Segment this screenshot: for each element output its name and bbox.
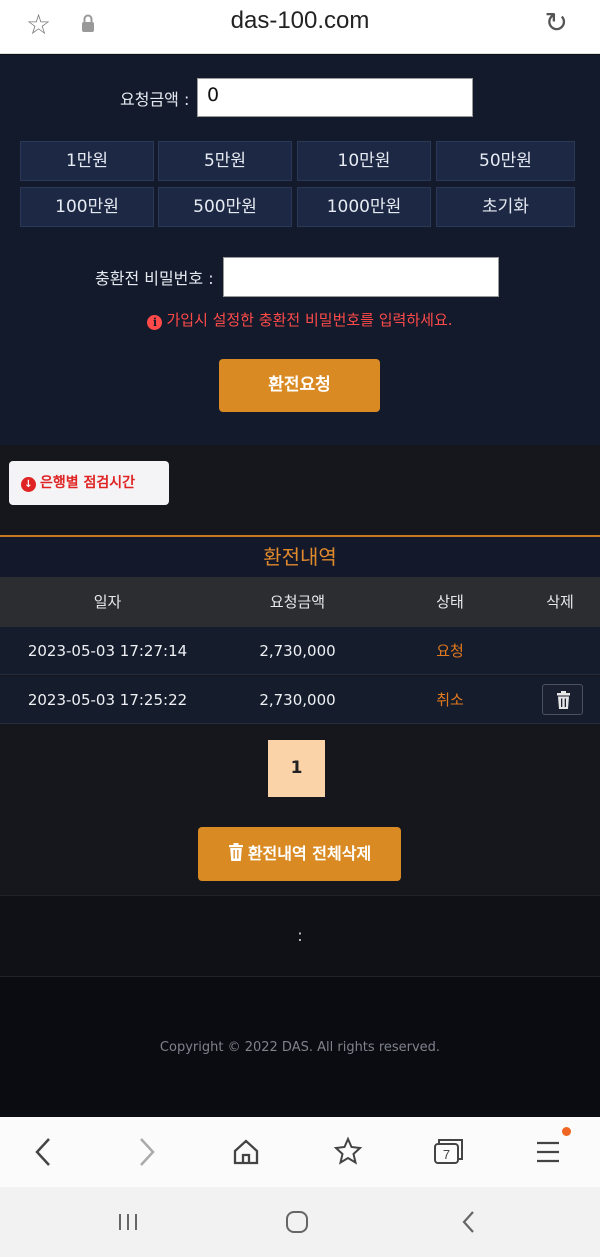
info-icon: i [147,315,163,330]
amount-label: 요청금액 : [120,90,190,109]
history-title: 환전내역 [0,535,600,577]
forward-icon[interactable] [117,1117,177,1187]
column-date: 일자 [93,593,122,611]
bookmarks-icon[interactable] [318,1117,378,1187]
amount-1m-button[interactable]: 100만원 [20,187,154,227]
back-icon[interactable] [13,1117,73,1187]
password-input[interactable] [223,257,499,297]
arrow-down-circle-icon: ↓ [21,477,36,492]
system-navigation-bar [0,1187,600,1257]
reset-button[interactable]: 초기화 [436,187,575,227]
column-amount: 요청금액 [269,593,326,611]
amount-5m-button[interactable]: 500만원 [158,187,292,227]
trash-icon [228,843,243,861]
copyright-text: Copyright © 2022 DAS. All rights reserve… [159,1040,441,1055]
footer: Copyright © 2022 DAS. All rights reserve… [0,977,600,1117]
pagination-page-1[interactable]: 1 [268,740,325,797]
footer-separator: : [297,926,303,945]
withdrawal-history: 환전내역 일자 요청금액 상태 삭제 2023-05-03 17:27:14 2… [0,535,600,895]
url-text[interactable]: das-100.com [0,7,600,35]
bank-maintenance-button[interactable]: ↓ 은행별 점검시간 [9,461,169,505]
column-delete: 삭제 [546,593,574,611]
amount-100k-button[interactable]: 10만원 [297,141,431,181]
column-status: 상태 [436,593,464,611]
browser-address-bar: ☆ das-100.com ↻ [0,0,600,54]
delete-row-button[interactable] [542,684,583,715]
withdraw-request-button[interactable]: 환전요청 [219,359,380,412]
row-date: 2023-05-03 17:27:14 [27,642,188,660]
amount-500k-button[interactable]: 50만원 [436,141,575,181]
amount-50k-button[interactable]: 5만원 [158,141,292,181]
password-warning: i 가입시 설정한 충환전 비밀번호를 입력하세요. [0,309,600,330]
home-button-icon[interactable] [267,1187,327,1257]
row-date: 2023-05-03 17:25:22 [27,691,188,709]
delete-all-label: 환전내역 전체삭제 [247,844,372,863]
footer-links: : [0,895,600,977]
bank-maintenance-label: 은행별 점검시간 [40,475,136,491]
table-row: 2023-05-03 17:27:14 2,730,000 요청 [0,627,600,675]
history-table-header: 일자 요청금액 상태 삭제 [0,577,600,627]
tabs-icon[interactable]: 7 [418,1117,478,1187]
recent-apps-icon[interactable] [98,1187,158,1257]
row-status: 취소 [436,691,464,709]
password-label: 충환전 비밀번호 : [95,269,214,288]
reload-icon[interactable]: ↻ [545,6,568,39]
system-back-icon[interactable] [438,1187,498,1257]
row-status: 요청 [436,642,464,660]
page: ☆ das-100.com ↻ 요청금액 : 0 1만원 5만원 10만원 50… [0,0,600,1257]
withdrawal-form: 요청금액 : 0 1만원 5만원 10만원 50만원 100만원 500만원 1… [0,55,600,445]
table-row: 2023-05-03 17:25:22 2,730,000 취소 [0,676,600,724]
row-amount: 2,730,000 [259,642,336,660]
amount-input[interactable]: 0 [197,78,473,117]
row-amount: 2,730,000 [259,691,336,709]
password-warning-text: 가입시 설정한 충환전 비밀번호를 입력하세요. [166,311,453,329]
amount-10k-button[interactable]: 1만원 [20,141,154,181]
tab-count: 7 [443,1147,450,1162]
amount-10m-button[interactable]: 1000만원 [297,187,431,227]
delete-all-history-button[interactable]: 환전내역 전체삭제 [198,827,401,881]
notification-dot [562,1127,571,1136]
browser-toolbar: 7 [0,1117,600,1187]
home-icon[interactable] [216,1117,276,1187]
trash-icon [557,691,570,709]
